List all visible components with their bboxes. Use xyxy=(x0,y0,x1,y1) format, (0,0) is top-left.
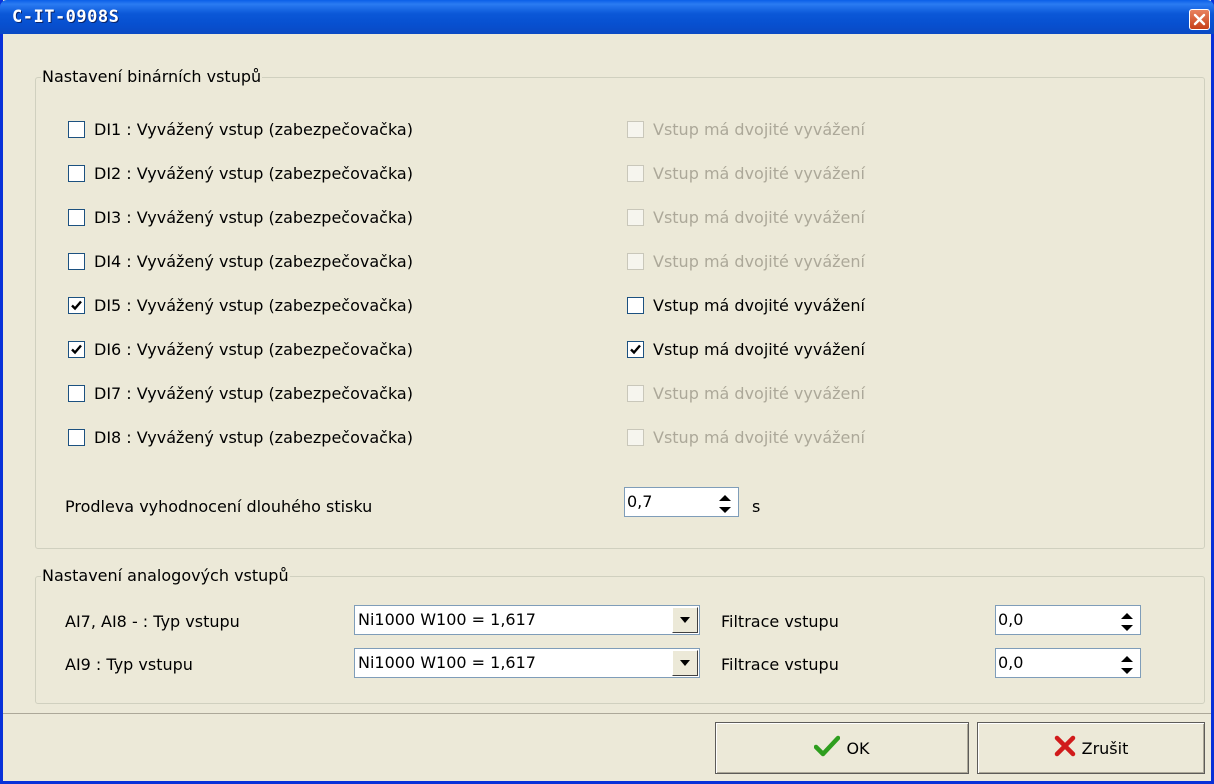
delay-spinner[interactable]: 0,7 xyxy=(624,487,739,517)
checkbox-box[interactable] xyxy=(627,341,644,358)
window-title: C-IT-0908S xyxy=(12,7,120,27)
checkbox-box[interactable] xyxy=(68,209,85,226)
di-checkbox-label: DI5 : Vyvážený vstup (zabezpečovačka) xyxy=(94,296,413,315)
double-balance-label: Vstup má dvojité vyvážení xyxy=(653,340,865,359)
filter-value[interactable]: 0,0 xyxy=(998,653,1023,672)
chevron-down-icon[interactable] xyxy=(672,607,698,633)
di-checkbox[interactable]: DI4 : Vyvážený vstup (zabezpečovačka) xyxy=(68,252,413,271)
checkbox-box[interactable] xyxy=(68,165,85,182)
checkbox-box xyxy=(627,121,644,138)
filter-spinner[interactable]: 0,0 xyxy=(995,605,1141,635)
checkbox-box[interactable] xyxy=(68,297,85,314)
input-type-value: Ni1000 W100 = 1,617 xyxy=(358,653,536,672)
double-balance-checkbox: Vstup má dvojité vyvážení xyxy=(627,208,865,227)
analog-row-label: AI7, AI8 - : Typ vstupu xyxy=(65,612,240,631)
di-checkbox[interactable]: DI6 : Vyvážený vstup (zabezpečovačka) xyxy=(68,340,413,359)
double-balance-checkbox: Vstup má dvojité vyvážení xyxy=(627,252,865,271)
spin-down-icon[interactable] xyxy=(1115,620,1139,633)
analog-inputs-group: Nastavení analogových vstupů xyxy=(35,567,1205,704)
checkbox-box xyxy=(627,385,644,402)
ok-button-label: OK xyxy=(846,738,870,758)
spin-up-icon[interactable] xyxy=(1115,650,1139,663)
analog-row-label: AI9 : Typ vstupu xyxy=(65,655,193,674)
double-balance-label: Vstup má dvojité vyvážení xyxy=(653,428,865,447)
double-balance-label: Vstup má dvojité vyvážení xyxy=(653,252,865,271)
spin-up-icon[interactable] xyxy=(713,489,737,502)
spin-down-icon[interactable] xyxy=(1115,663,1139,676)
double-balance-label: Vstup má dvojité vyvážení xyxy=(653,120,865,139)
filter-label: Filtrace vstupu xyxy=(721,612,839,631)
double-balance-checkbox: Vstup má dvojité vyvážení xyxy=(627,164,865,183)
double-balance-checkbox: Vstup má dvojité vyvážení xyxy=(627,384,865,403)
input-type-select[interactable]: Ni1000 W100 = 1,617 xyxy=(354,648,700,678)
di-checkbox-label: DI3 : Vyvážený vstup (zabezpečovačka) xyxy=(94,208,413,227)
di-checkbox[interactable]: DI3 : Vyvážený vstup (zabezpečovačka) xyxy=(68,208,413,227)
title-bar[interactable]: C-IT-0908S xyxy=(0,0,1214,34)
checkbox-box[interactable] xyxy=(68,429,85,446)
checkbox-box[interactable] xyxy=(68,253,85,270)
di-checkbox[interactable]: DI1 : Vyvážený vstup (zabezpečovačka) xyxy=(68,120,413,139)
input-type-select[interactable]: Ni1000 W100 = 1,617 xyxy=(354,605,700,635)
double-balance-checkbox: Vstup má dvojité vyvážení xyxy=(627,120,865,139)
di-checkbox-label: DI2 : Vyvážený vstup (zabezpečovačka) xyxy=(94,164,413,183)
checkbox-box[interactable] xyxy=(68,121,85,138)
spin-down-icon[interactable] xyxy=(713,502,737,515)
di-checkbox-label: DI4 : Vyvážený vstup (zabezpečovačka) xyxy=(94,252,413,271)
binary-group-title: Nastavení binárních vstupů xyxy=(41,67,263,86)
double-balance-checkbox[interactable]: Vstup má dvojité vyvážení xyxy=(627,340,865,359)
close-icon xyxy=(1193,13,1206,26)
chevron-down-icon[interactable] xyxy=(672,650,698,676)
cancel-button-label: Zrušit xyxy=(1081,738,1129,758)
checkbox-box xyxy=(627,209,644,226)
double-balance-label: Vstup má dvojité vyvážení xyxy=(653,164,865,183)
checkbox-box[interactable] xyxy=(627,297,644,314)
analog-group-title: Nastavení analogových vstupů xyxy=(41,566,290,585)
double-balance-label: Vstup má dvojité vyvážení xyxy=(653,208,865,227)
di-checkbox-label: DI6 : Vyvážený vstup (zabezpečovačka) xyxy=(94,340,413,359)
di-checkbox[interactable]: DI5 : Vyvážený vstup (zabezpečovačka) xyxy=(68,296,413,315)
x-icon xyxy=(1054,735,1076,761)
di-checkbox-label: DI1 : Vyvážený vstup (zabezpečovačka) xyxy=(94,120,413,139)
checkbox-box[interactable] xyxy=(68,341,85,358)
double-balance-label: Vstup má dvojité vyvážení xyxy=(653,384,865,403)
checkbox-box xyxy=(627,165,644,182)
checkbox-box[interactable] xyxy=(68,385,85,402)
dialog-window: C-IT-0908S Nastavení binárních vstupů DI… xyxy=(0,0,1214,784)
di-checkbox-label: DI7 : Vyvážený vstup (zabezpečovačka) xyxy=(94,384,413,403)
filter-label: Filtrace vstupu xyxy=(721,655,839,674)
double-balance-checkbox: Vstup má dvojité vyvážení xyxy=(627,428,865,447)
double-balance-checkbox[interactable]: Vstup má dvojité vyvážení xyxy=(627,296,865,315)
filter-spinner[interactable]: 0,0 xyxy=(995,648,1141,678)
filter-value[interactable]: 0,0 xyxy=(998,610,1023,629)
checkbox-box xyxy=(627,429,644,446)
spin-up-icon[interactable] xyxy=(1115,607,1139,620)
checkbox-box xyxy=(627,253,644,270)
cancel-button[interactable]: Zrušit xyxy=(977,722,1205,774)
double-balance-label: Vstup má dvojité vyvážení xyxy=(653,296,865,315)
delay-value[interactable]: 0,7 xyxy=(627,492,652,511)
checkmark-icon xyxy=(814,735,841,761)
input-type-value: Ni1000 W100 = 1,617 xyxy=(358,610,536,629)
ok-button[interactable]: OK xyxy=(715,722,969,774)
di-checkbox[interactable]: DI2 : Vyvážený vstup (zabezpečovačka) xyxy=(68,164,413,183)
delay-unit: s xyxy=(752,497,761,516)
di-checkbox[interactable]: DI8 : Vyvážený vstup (zabezpečovačka) xyxy=(68,428,413,447)
di-checkbox-label: DI8 : Vyvážený vstup (zabezpečovačka) xyxy=(94,428,413,447)
delay-label: Prodleva vyhodnocení dlouhého stisku xyxy=(65,497,373,516)
di-checkbox[interactable]: DI7 : Vyvážený vstup (zabezpečovačka) xyxy=(68,384,413,403)
close-button[interactable] xyxy=(1189,9,1210,30)
